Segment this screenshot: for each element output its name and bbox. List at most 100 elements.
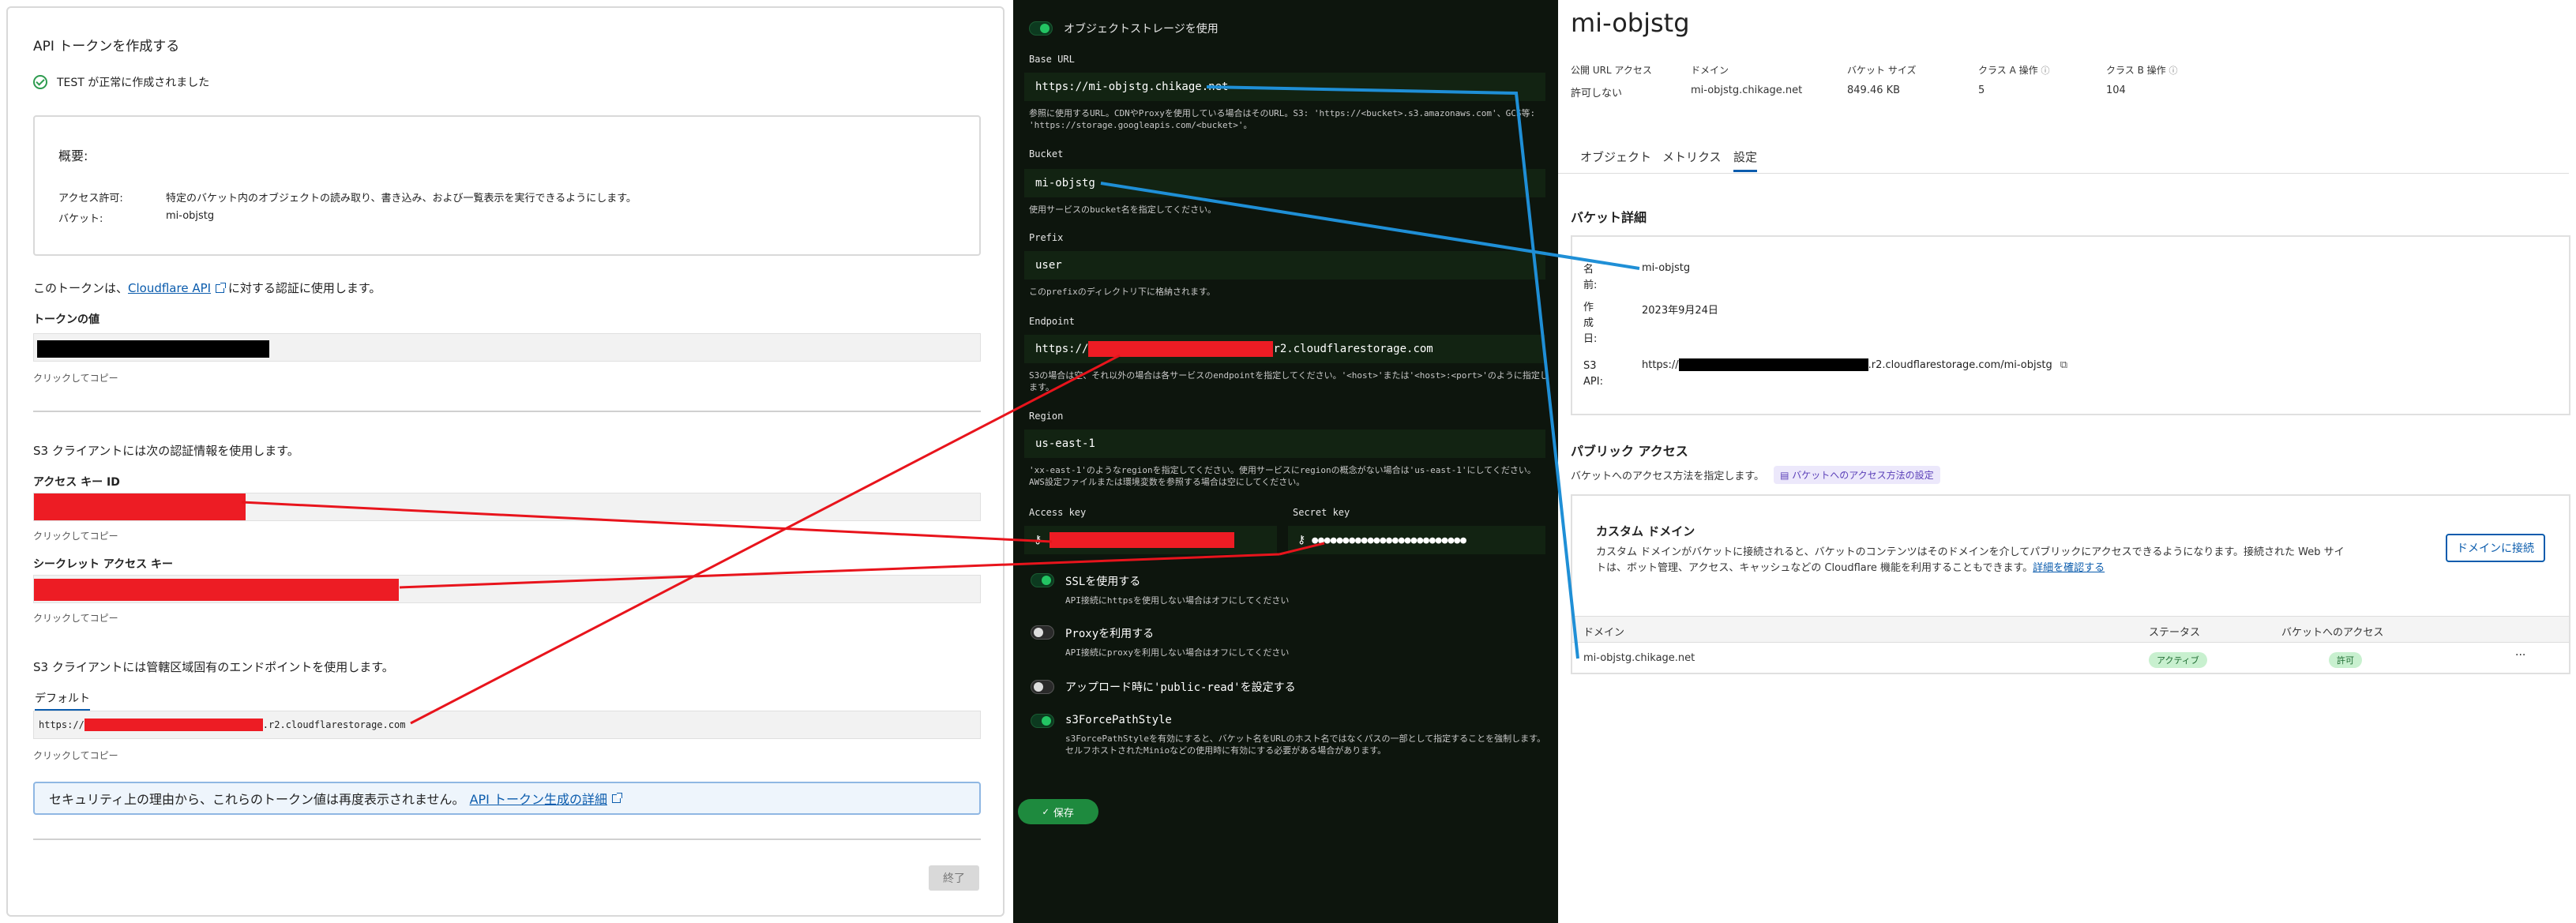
secret-key-copy-hint: クリックしてコピー [33,613,118,624]
access-key-label: アクセス キー ID [33,476,120,489]
public-access-pill[interactable]: ▤ バケットへのアクセス方法の設定 [1774,466,1940,484]
more-options-icon[interactable]: ··· [2515,649,2525,662]
prefix-label: Prefix [1029,232,1064,243]
base-url-help: 参照に使用するURL。CDNやProxyを使用している場合はそのURL。S3: … [1029,108,1536,130]
s3api-prefix: https:// [1642,358,1679,371]
proxy-option[interactable]: Proxyを利用する API接続にproxyを利用しない場合はオフにしてください [1031,625,1289,658]
success-text: TEST が正常に作成されました [57,77,210,89]
s3api-key: S3 API: [1583,360,1603,388]
access-key-redaction [1050,532,1235,548]
stat-value: mi-objstg.chikage.net [1691,84,1803,96]
endpoint-input[interactable]: https:// r2.cloudflarestorage.com [1024,335,1545,363]
connect-domain-button[interactable]: ドメインに接続 [2446,534,2545,562]
tab-default[interactable]: デフォルト [35,690,90,711]
row-domain[interactable]: mi-objstg.chikage.net [1583,652,1695,664]
endpoint-prefix: https:// [39,719,84,730]
token-value-field[interactable] [33,333,981,362]
tab-metrics[interactable]: メトリクス [1662,148,1722,165]
region-value: us-east-1 [1035,437,1095,450]
table-row[interactable]: mi-objstg.chikage.net アクティブ 許可 ··· [1572,643,2569,673]
stat-value: 104 [2106,84,2126,96]
secret-key-label: シークレット アクセス キー [33,558,174,571]
custom-domain-desc-line2: トは、ボット管理、アクセス、キャッシュなどの Cloudflare 機能を利用す… [1596,562,2033,574]
created-value: 2023年9月24日 [1642,305,1718,317]
bucket-input[interactable]: mi-objstg [1024,169,1545,197]
access-key-input[interactable]: ⚷ [1024,526,1277,554]
name-value: mi-objstg [1642,262,1691,274]
token-redaction [37,340,269,358]
secret-key-field[interactable] [33,575,981,603]
api-token-panel: API トークンを作成する TEST が正常に作成されました 概要: アクセス許… [6,6,1004,917]
custom-domain-card: カスタム ドメイン カスタム ドメインがバケットに接続されると、バケットのコンテ… [1571,494,2570,674]
tab-objects[interactable]: オブジェクト [1580,148,1651,165]
ssl-toggle[interactable] [1031,573,1054,587]
stat-value: 849.46 KB [1847,84,1901,96]
force-path-option[interactable]: s3ForcePathStyle s3ForcePathStyleを有効にすると… [1031,714,1552,756]
object-storage-toggle[interactable] [1029,21,1053,36]
endpoint-field[interactable]: https:// .r2.cloudflarestorage.com [33,711,981,739]
s3api-value: https:// .r2.cloudflarestorage.com/mi-ob… [1642,358,2067,371]
save-button[interactable]: ✓ 保存 [1018,799,1098,824]
access-key-field[interactable] [33,493,981,521]
finish-button[interactable]: 終了 [929,865,979,891]
bucket-value: mi-objstg [1035,177,1095,189]
public-read-option[interactable]: アップロード時に'public-read'を設定する [1031,679,1296,695]
panel-title: API トークンを作成する [33,39,180,54]
endpoint-suffix: r2.cloudflarestorage.com [1273,343,1433,355]
bucket-value: mi-objstg [166,210,215,222]
permission-key: アクセス許可: [58,193,123,204]
permission-value: 特定のバケット内のオブジェクトの読み取り、書き込み、および一覧表示を実行できるよ… [166,193,636,204]
s3api-redaction [1678,358,1868,371]
bucket-key: バケット: [58,213,103,225]
info-icon[interactable]: ⓘ [2169,66,2177,76]
bucket-row: バケット: mi-objstg [58,210,214,225]
region-label: Region [1029,411,1064,422]
force-path-help: s3ForcePathStyleを有効にすると、バケット名をURLのホスト名では… [1065,734,1546,756]
region-input[interactable]: us-east-1 [1024,430,1545,458]
domain-table-header: ドメイン ステータス バケットへのアクセス [1572,616,2569,643]
status-badge: アクティブ [2149,652,2207,668]
secret-key-input[interactable]: ⚷ ●●●●●●●●●●●●●●●●●●●●●●●●● [1288,526,1545,554]
tab-bar: オブジェクト メトリクス 設定 [1558,148,2569,174]
proxy-toggle[interactable] [1031,625,1054,640]
stat-key: バケット サイズ [1847,65,1917,76]
object-storage-toggle-label: オブジェクトストレージを使用 [1064,23,1219,36]
api-token-docs-link[interactable]: API トークン生成の詳細 [470,789,607,808]
learn-more-link[interactable]: 詳細を確認する [2033,562,2105,574]
check-icon: ✓ [1042,805,1049,818]
info-icon[interactable]: ⓘ [2041,66,2049,76]
tab-settings[interactable]: 設定 [1733,148,1758,172]
proxy-help: API接続にproxyを利用しない場合はオフにしてください [1065,647,1290,658]
object-storage-toggle-row[interactable]: オブジェクトストレージを使用 [1029,21,1219,36]
public-read-toggle[interactable] [1031,680,1054,694]
access-badge: 許可 [2329,652,2362,668]
header-status: ステータス [2149,627,2201,639]
copy-icon[interactable]: ⧉ [2060,359,2067,371]
security-notice: セキュリティ上の理由から、これらのトークン値は再度表示されません。 API トー… [33,782,981,815]
base-url-input[interactable]: https://mi-objstg.chikage.net [1024,73,1545,101]
prefix-input[interactable]: user [1024,251,1545,280]
endpoint-prefix: https:// [1035,343,1089,355]
public-access-heading: パブリック アクセス [1571,444,1688,459]
force-path-title: s3ForcePathStyle [1065,714,1172,726]
ssl-option[interactable]: SSLを使用する API接続にhttpsを使用しない場合はオフにしてください [1031,573,1289,606]
token-value-label: トークンの値 [33,313,100,326]
s3api-suffix: .r2.cloudflarestorage.com/mi-objstg [1868,358,2052,371]
bucket-help: 使用サービスのbucket名を指定してください。 [1029,204,1217,215]
save-label: 保存 [1053,807,1074,820]
custom-domain-desc-line1: カスタム ドメインがバケットに接続されると、バケットのコンテンツはそのドメインを… [1596,546,2345,558]
stat-domain: ドメイン mi-objstg.chikage.net [1691,63,1847,99]
token-auth-text: このトークンは、Cloudflare API に対する認証に使用します。 [33,280,381,296]
stat-value: 5 [1978,84,1985,96]
force-path-toggle[interactable] [1031,714,1054,728]
ssl-help: API接続にhttpsを使用しない場合はオフにしてください [1065,595,1290,606]
divider [33,839,981,840]
s3-auth-text: S3 クライアントには次の認証情報を使用します。 [33,444,299,458]
stat-key: ドメイン [1691,65,1729,76]
endpoint-copy-hint: クリックしてコピー [33,750,118,761]
doc-icon: ▤ [1780,470,1793,481]
key-icon: ⚷ [1034,534,1042,546]
stat-bucket-size: バケット サイズ 849.46 KB [1847,63,1978,99]
bucket-details-heading: バケット詳細 [1571,210,1647,225]
cloudflare-api-link[interactable]: Cloudflare API [128,281,211,295]
